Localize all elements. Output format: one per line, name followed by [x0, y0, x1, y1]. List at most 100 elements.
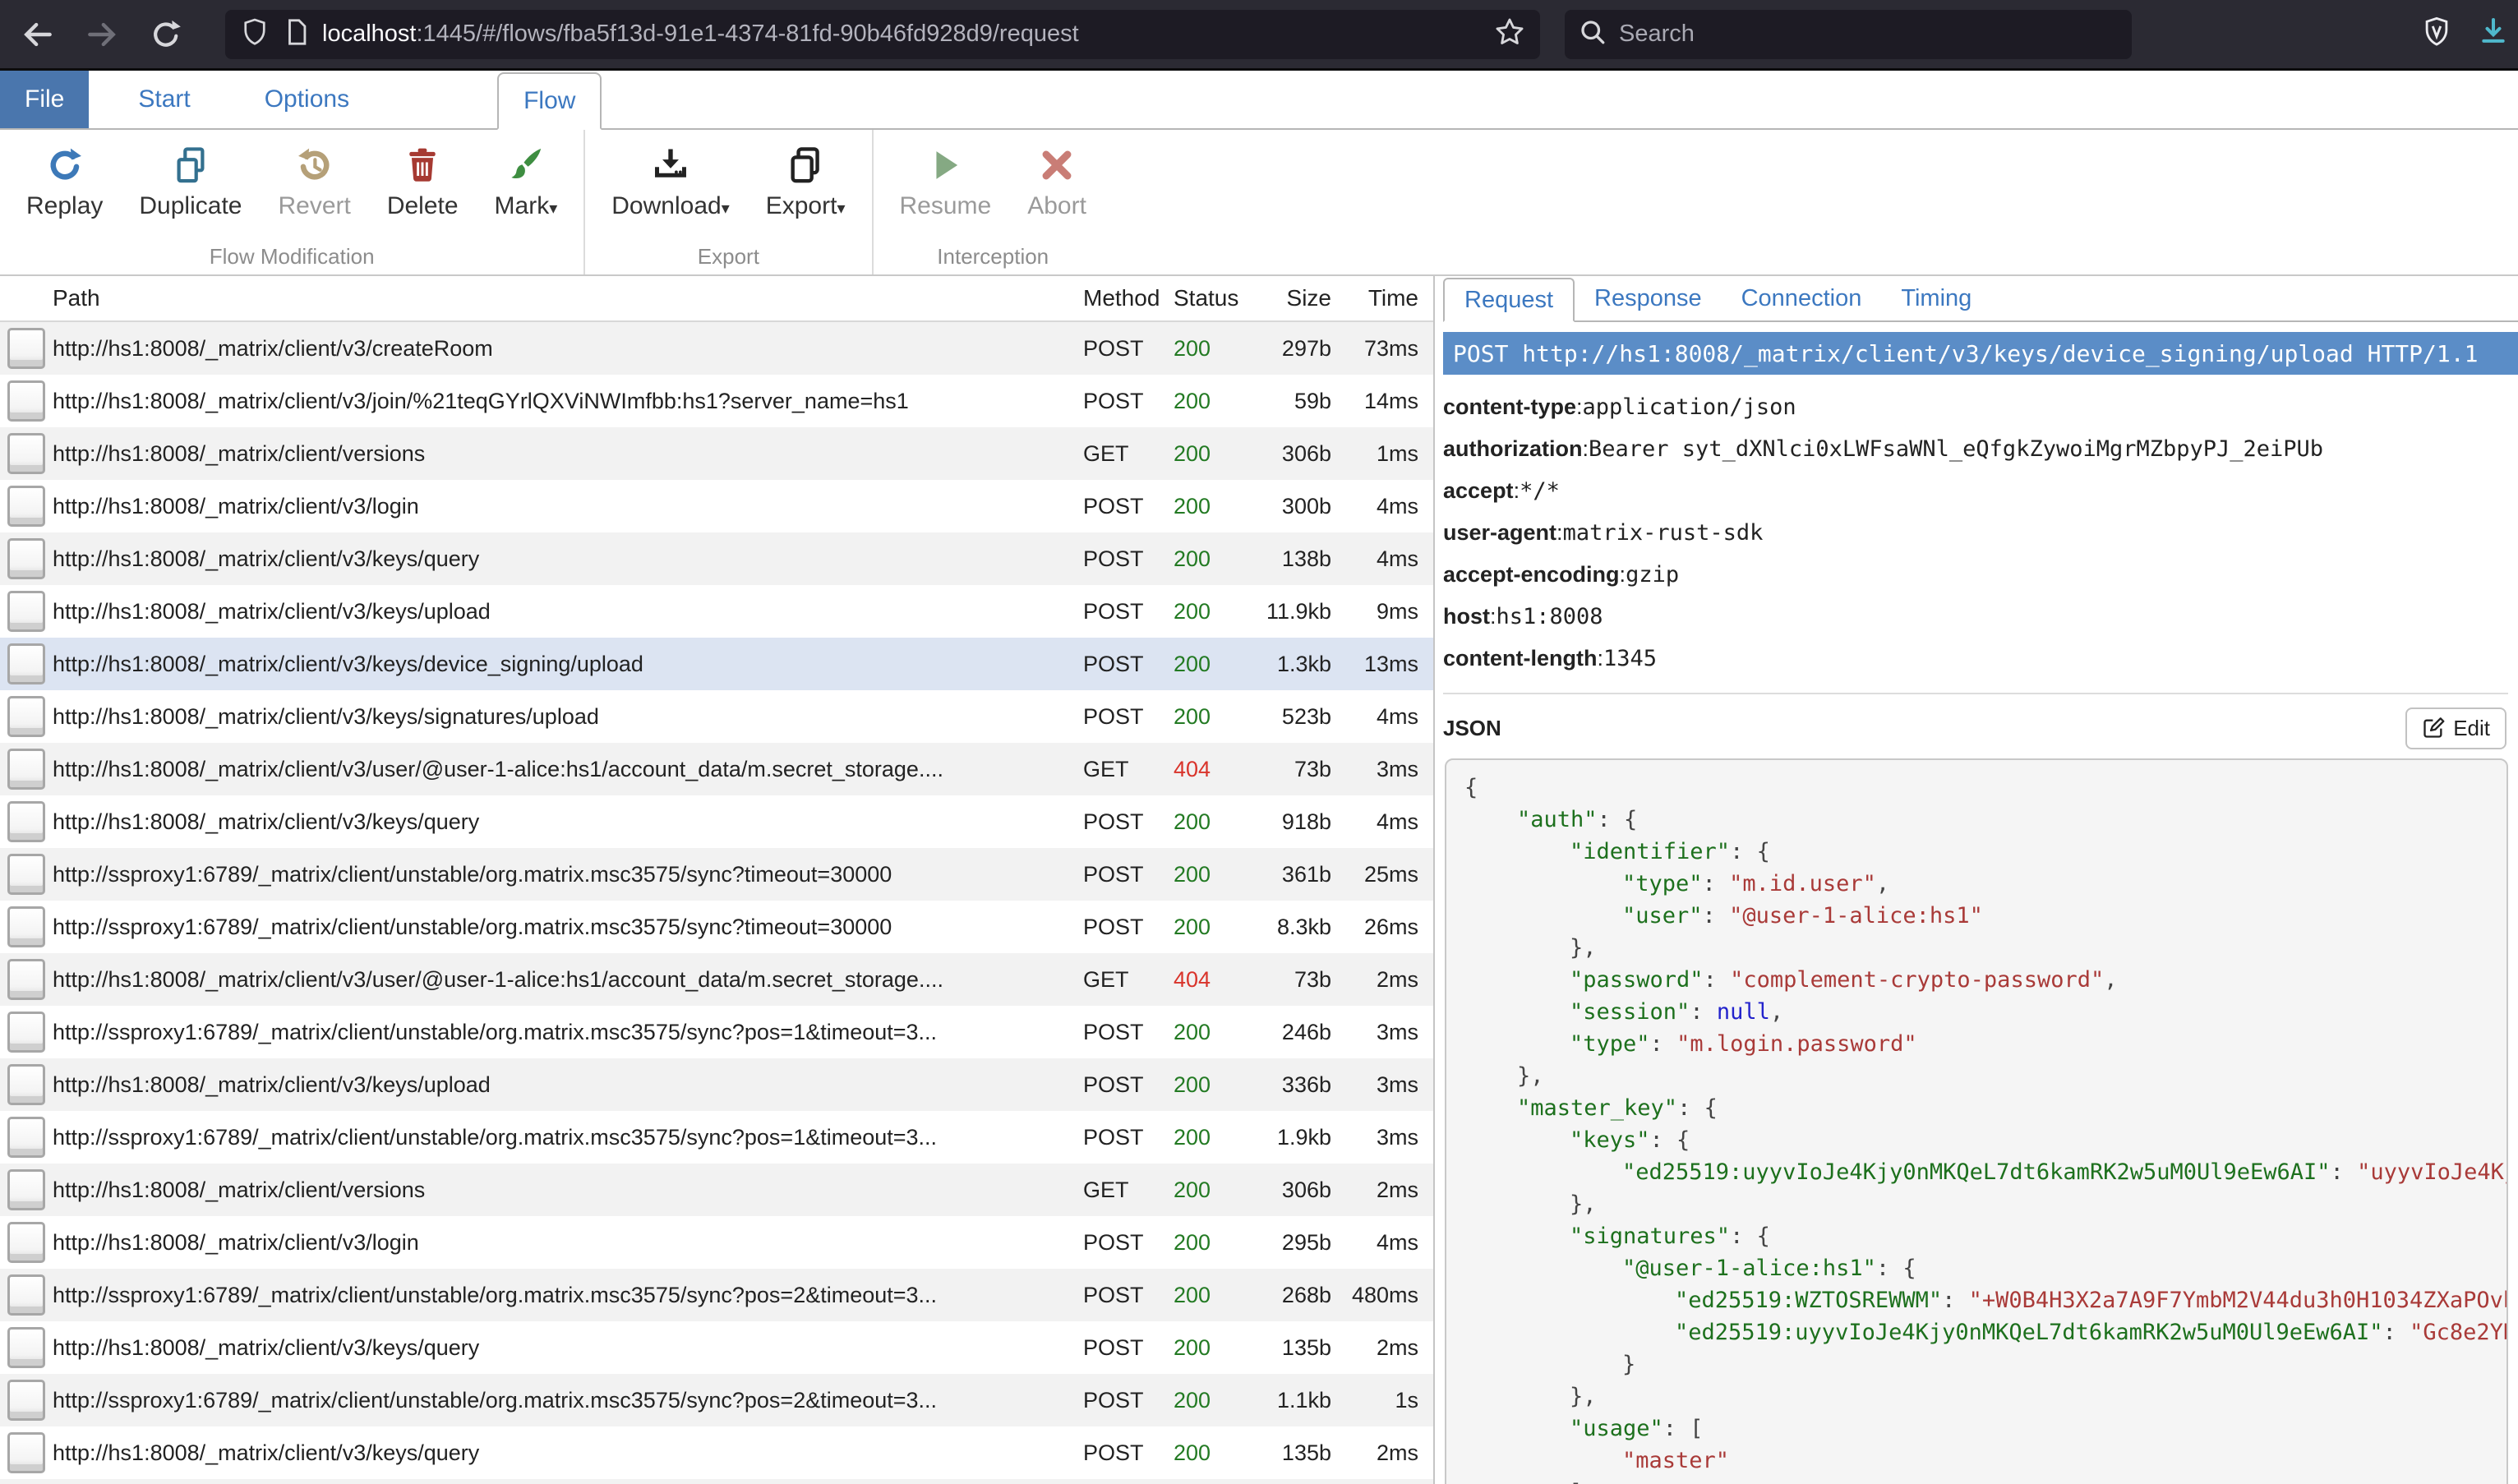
- resume-button[interactable]: Resume: [882, 141, 1010, 225]
- json-line: "identifier": {: [1464, 836, 2506, 868]
- header-size[interactable]: Size: [1249, 285, 1331, 311]
- revert-button[interactable]: Revert: [260, 141, 368, 225]
- download-button[interactable]: Download▾: [593, 141, 747, 225]
- flow-method: POST: [1083, 1230, 1174, 1256]
- flow-time: 26ms: [1331, 915, 1433, 940]
- reload-icon[interactable]: [140, 8, 192, 61]
- flow-path: http://hs1:8008/_matrix/client/v3/keys/q…: [53, 1440, 1083, 1466]
- detail-tab-request[interactable]: Request: [1443, 278, 1575, 322]
- flow-path: http://ssproxy1:6789/_matrix/client/unst…: [53, 915, 1083, 940]
- request-header-accept[interactable]: accept: */*: [1443, 470, 2518, 512]
- table-row[interactable]: http://ssproxy1:6789/_matrix/client/unst…: [0, 1111, 1433, 1164]
- table-row[interactable]: http://ssproxy1:6789/_matrix/client/unst…: [0, 1006, 1433, 1058]
- table-row[interactable]: http://hs1:8008/_matrix/client/v3/keys/u…: [0, 1058, 1433, 1111]
- flow-time: 13ms: [1331, 652, 1433, 677]
- table-row[interactable]: http://hs1:8008/_matrix/client/v3/keys/d…: [0, 638, 1433, 690]
- table-row[interactable]: http://ssproxy1:6789/_matrix/client/unst…: [0, 1269, 1433, 1321]
- document-icon: [7, 380, 45, 422]
- header-name: user-agent: [1443, 520, 1556, 546]
- document-icon: [7, 1222, 45, 1263]
- back-icon[interactable]: [12, 8, 64, 61]
- delete-button[interactable]: Delete: [369, 141, 477, 225]
- flow-time: 1s: [1331, 1388, 1433, 1413]
- header-name: content-length: [1443, 646, 1597, 671]
- menu-tab-start[interactable]: Start: [113, 71, 214, 128]
- flow-method: POST: [1083, 1072, 1174, 1098]
- table-row[interactable]: http://hs1:8008/_matrix/client/versions …: [0, 427, 1433, 480]
- json-line: "user": "@user-1-alice:hs1": [1464, 900, 2506, 932]
- table-row[interactable]: http://hs1:8008/_matrix/client/v3/login …: [0, 480, 1433, 532]
- table-row[interactable]: http://hs1:8008/_matrix/client/v3/keys/q…: [0, 532, 1433, 585]
- json-line: {: [1464, 772, 2506, 804]
- table-row[interactable]: http://hs1:8008/_matrix/client/v3/keys/q…: [0, 1321, 1433, 1374]
- table-row[interactable]: http://hs1:8008/_matrix/client/v3/create…: [0, 322, 1433, 375]
- search-input[interactable]: Search: [1565, 10, 2132, 59]
- button-label: Abort: [1027, 192, 1086, 220]
- abort-button[interactable]: Abort: [1009, 141, 1105, 225]
- flow-time: 4ms: [1331, 546, 1433, 572]
- table-row[interactable]: http://hs1:8008/_matrix/client/v3/user/@…: [0, 743, 1433, 795]
- request-first-line[interactable]: POST http://hs1:8008/_matrix/client/v3/k…: [1443, 332, 2518, 375]
- flow-method: POST: [1083, 1335, 1174, 1361]
- downloads-icon[interactable]: [2477, 16, 2510, 53]
- request-header-user-agent[interactable]: user-agent: matrix-rust-sdk: [1443, 512, 2518, 554]
- table-row[interactable]: http://ssproxy1:6789/_matrix/client/unst…: [0, 848, 1433, 901]
- table-row[interactable]: http://ssproxy1:6789/_matrix/client/unst…: [0, 1374, 1433, 1426]
- replay-button[interactable]: Replay: [8, 141, 121, 225]
- request-header-content-length[interactable]: content-length: 1345: [1443, 638, 2518, 680]
- table-row[interactable]: http://ssproxy1:6789/_matrix/client/unst…: [0, 901, 1433, 953]
- flow-time: 4ms: [1331, 494, 1433, 519]
- request-header-host[interactable]: host: hs1:8008: [1443, 596, 2518, 638]
- table-row[interactable]: http://hs1:8008/_matrix/client/v3/login …: [0, 1216, 1433, 1269]
- header-time[interactable]: Time: [1331, 285, 1433, 311]
- detail-tab-connection[interactable]: Connection: [1722, 276, 1882, 320]
- table-row[interactable]: http://hs1:8008/_matrix/client/v3/keys/q…: [0, 795, 1433, 848]
- flow-path: http://hs1:8008/_matrix/client/v3/join/%…: [53, 389, 1083, 414]
- json-body-view[interactable]: {"auth": {"identifier": {"type": "m.id.u…: [1445, 758, 2508, 1484]
- header-separator: :: [1576, 394, 1583, 420]
- document-icon: [7, 328, 45, 369]
- header-method[interactable]: Method: [1083, 285, 1174, 311]
- document-icon: [7, 906, 45, 947]
- request-header-authorization[interactable]: authorization: Bearer syt_dXNlci0xLWFsaW…: [1443, 428, 2518, 470]
- menu-tab-file[interactable]: File: [0, 71, 89, 128]
- table-row[interactable]: http://hs1:8008/_matrix/client/v3/keys/u…: [0, 585, 1433, 638]
- header-status[interactable]: Status: [1174, 285, 1249, 311]
- flow-table-header[interactable]: Path Method Status Size Time: [0, 276, 1433, 322]
- flow-status: 404: [1174, 757, 1249, 782]
- table-row-partial[interactable]: [0, 1479, 1433, 1484]
- table-row[interactable]: http://hs1:8008/_matrix/client/v3/user/@…: [0, 953, 1433, 1006]
- flow-status: 200: [1174, 546, 1249, 572]
- menu-tab-flow[interactable]: Flow: [497, 72, 602, 130]
- shield-icon[interactable]: [240, 17, 270, 51]
- request-header-accept-encoding[interactable]: accept-encoding: gzip: [1443, 554, 2518, 596]
- forward-icon[interactable]: [76, 8, 128, 61]
- url-bar[interactable]: localhost:1445/#/flows/fba5f13d-91e1-437…: [225, 10, 1540, 59]
- header-path[interactable]: Path: [53, 285, 1083, 311]
- request-header-content-type[interactable]: content-type: application/json: [1443, 386, 2518, 428]
- toolbar-group-export: Download▾ Export▾ Export: [585, 130, 873, 274]
- table-row[interactable]: http://hs1:8008/_matrix/client/v3/keys/q…: [0, 1426, 1433, 1479]
- table-row[interactable]: http://hs1:8008/_matrix/client/versions …: [0, 1164, 1433, 1216]
- flow-method: POST: [1083, 336, 1174, 362]
- page-icon[interactable]: [283, 18, 311, 50]
- json-line: "password": "complement-crypto-password"…: [1464, 964, 2506, 996]
- export-button[interactable]: Export▾: [748, 141, 864, 225]
- duplicate-button[interactable]: Duplicate: [121, 141, 260, 225]
- detail-tab-timing[interactable]: Timing: [1881, 276, 1991, 320]
- extension-shield-icon[interactable]: [2421, 16, 2452, 52]
- table-row[interactable]: http://hs1:8008/_matrix/client/v3/join/%…: [0, 375, 1433, 427]
- flow-path: http://hs1:8008/_matrix/client/v3/login: [53, 1230, 1083, 1256]
- bookmark-star-icon[interactable]: [1494, 16, 1525, 52]
- caret-down-icon: ▾: [837, 200, 845, 218]
- menu-tab-options[interactable]: Options: [240, 71, 374, 128]
- flow-path: http://hs1:8008/_matrix/client/v3/user/@…: [53, 757, 1083, 782]
- edit-button[interactable]: Edit: [2405, 707, 2506, 749]
- replay-icon: [46, 146, 84, 184]
- flow-size: 306b: [1249, 1178, 1331, 1203]
- detail-tab-response[interactable]: Response: [1575, 276, 1722, 320]
- flow-size: 135b: [1249, 1335, 1331, 1361]
- table-row[interactable]: http://hs1:8008/_matrix/client/v3/keys/s…: [0, 690, 1433, 743]
- mark-button[interactable]: Mark▾: [477, 141, 576, 225]
- button-label: Revert: [278, 192, 350, 220]
